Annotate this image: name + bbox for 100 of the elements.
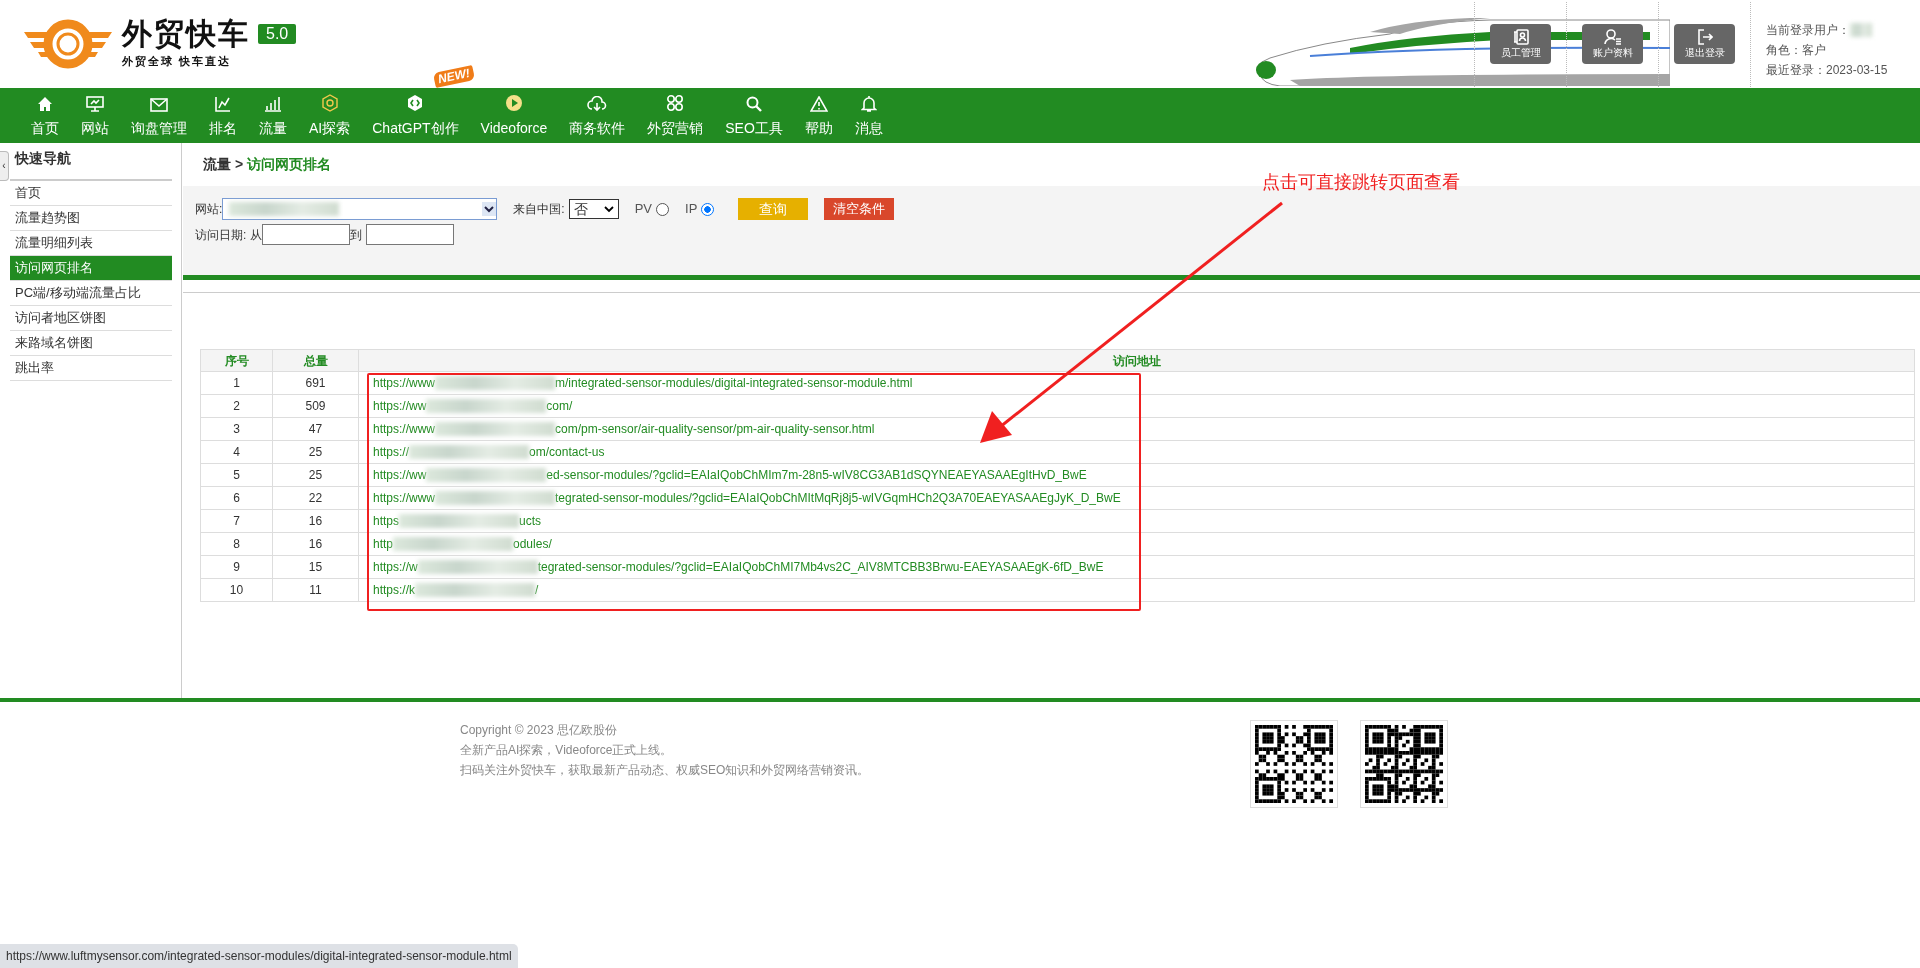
table-cell: 10 bbox=[200, 578, 273, 602]
table-cell: 509 bbox=[272, 394, 359, 418]
clear-button[interactable]: 清空条件 bbox=[824, 198, 895, 220]
column-header: 总量 bbox=[272, 349, 359, 372]
bell-icon bbox=[860, 95, 877, 112]
radio-button[interactable] bbox=[656, 202, 670, 216]
nav-item[interactable]: 排名 bbox=[198, 88, 248, 143]
sidebar-item[interactable]: 访问网页排名 bbox=[10, 256, 172, 281]
url-link[interactable]: https://ww bbox=[373, 397, 427, 415]
radio-label: IP bbox=[685, 200, 698, 219]
url-link[interactable]: odules/ bbox=[513, 535, 552, 553]
table-cell: 15 bbox=[272, 555, 359, 579]
sidebar-item[interactable]: 跳出率 bbox=[10, 356, 172, 381]
monitor-icon bbox=[86, 96, 104, 112]
nav-item[interactable]: 帮助 bbox=[793, 88, 844, 143]
annotation-text: 点击可直接跳转页面查看 bbox=[1262, 171, 1460, 194]
nav-item[interactable]: 商务软件 bbox=[558, 88, 637, 143]
site-label: 网站: bbox=[195, 201, 223, 218]
collapse-tab[interactable]: ‹ bbox=[0, 151, 9, 181]
url-link[interactable]: / bbox=[535, 581, 539, 599]
hexagon-icon bbox=[406, 94, 425, 112]
contact-card-icon bbox=[1512, 28, 1529, 45]
cloud-download-icon bbox=[587, 96, 608, 112]
radio-button[interactable] bbox=[701, 202, 715, 216]
url-link[interactable]: https://k bbox=[373, 581, 416, 599]
table-cell: 5 bbox=[200, 463, 273, 487]
table-cell: 25 bbox=[272, 440, 359, 464]
warning-icon bbox=[809, 96, 828, 112]
table-cell: 16 bbox=[272, 509, 359, 533]
sidebar-item[interactable]: 首页 bbox=[10, 181, 172, 206]
nav-item[interactable]: AI探索 bbox=[298, 88, 362, 143]
breadcrumb-separator: > bbox=[234, 156, 244, 172]
url-link[interactable]: https bbox=[373, 512, 399, 530]
url-link[interactable]: https://www bbox=[373, 489, 435, 507]
table-cell: 691 bbox=[272, 371, 359, 395]
nav-item[interactable]: 网站 bbox=[70, 88, 120, 143]
date-to-label: 到 bbox=[349, 226, 362, 244]
table-cell: 9 bbox=[200, 555, 273, 579]
status-url: https://www.luftmysensor.com/integrated-sensor-modules/digital-integrated-sensor-module.html bbox=[0, 944, 518, 968]
logout-button[interactable]: 退出登录 bbox=[1674, 24, 1735, 64]
url-link[interactable]: https://ww bbox=[373, 466, 427, 484]
url-link[interactable]: m/integrated-sensor-modules/digital-integrated-sensor-module.html bbox=[555, 374, 913, 392]
url-link[interactable]: com/pm-sensor/air-quality-sensor/pm-air-quality-sensor.html bbox=[555, 420, 875, 438]
logo-slogan: 外贸全球 快车直达 bbox=[122, 53, 233, 69]
table-cell: 2 bbox=[200, 394, 273, 418]
date-label: 访问日期: 从 bbox=[195, 226, 262, 244]
china-select[interactable]: 否 bbox=[568, 199, 619, 219]
new-badge: NEW! bbox=[432, 65, 475, 88]
url-link[interactable]: ed-sensor-modules/?gclid=EAIaIQobChMIm7m-28n5-wIV8CG3AB1dSQYNEAEYASAAEgItHvD_BwE bbox=[546, 466, 1087, 484]
footer-text: 扫码关注外贸快车，获取最新产品动态、权威SEO知识和外贸网络营销资讯。 bbox=[460, 762, 871, 779]
nav-item[interactable]: SEO工具 bbox=[714, 88, 794, 143]
search-icon bbox=[746, 96, 763, 112]
current-user-label: 当前登录用户： bbox=[1766, 21, 1850, 39]
nav-item[interactable]: 首页 bbox=[20, 88, 70, 143]
sidebar-item[interactable]: 访问者地区饼图 bbox=[10, 306, 172, 331]
url-link[interactable]: tegrated-sensor-modules/?gclid=EAIaIQobChMI7Mb4vs2C_AIV8MTCBB3Brwu-EAEYASAAEgK-6fD_BwE bbox=[537, 558, 1104, 576]
home-icon bbox=[37, 96, 53, 112]
table-cell: 22 bbox=[272, 486, 359, 510]
nav-item[interactable]: ChatGPT创作 bbox=[361, 88, 470, 143]
table-cell: 25 bbox=[272, 463, 359, 487]
sidebar-title: 快速导航 bbox=[10, 148, 172, 181]
circles-grid-icon bbox=[666, 94, 685, 112]
nav-item[interactable]: 消息 bbox=[843, 88, 894, 143]
url-link[interactable]: tegrated-sensor-modules/?gclid=EAIaIQobChMItMqRj8j5-wIVGqmHCh2Q3A70EAEYASAAEgJyK_D_BwE bbox=[555, 489, 1121, 507]
radio-label: PV bbox=[634, 200, 653, 219]
url-link[interactable]: https:// bbox=[373, 443, 410, 461]
sidebar-item[interactable]: 流量趋势图 bbox=[10, 206, 172, 231]
nav-item[interactable]: 询盘管理 bbox=[120, 88, 198, 143]
url-link[interactable]: http bbox=[373, 535, 393, 553]
redacted-username bbox=[1850, 22, 1872, 37]
date-from-field[interactable] bbox=[261, 224, 350, 245]
url-link[interactable]: ucts bbox=[519, 512, 542, 530]
table-cell: 1 bbox=[200, 371, 273, 395]
play-icon bbox=[504, 94, 523, 112]
nav-item[interactable]: 外贸营销 bbox=[636, 88, 715, 143]
sidebar-item[interactable]: PC端/移动端流量占比 bbox=[10, 281, 172, 306]
url-link[interactable]: https://www bbox=[373, 420, 435, 438]
table-cell: 4 bbox=[200, 440, 273, 464]
logout-icon bbox=[1696, 28, 1713, 45]
url-link[interactable]: https://www bbox=[373, 374, 435, 392]
staff-button[interactable]: 员工管理 bbox=[1490, 24, 1551, 64]
breadcrumb-parent[interactable]: 流量 bbox=[203, 156, 231, 172]
table-cell: 47 bbox=[272, 417, 359, 441]
bar-chart-icon bbox=[264, 96, 282, 112]
column-header: 访问地址 bbox=[358, 349, 1915, 372]
table-cell: 6 bbox=[200, 486, 273, 510]
account-button[interactable]: 账户资料 bbox=[1582, 24, 1643, 64]
table-cell: 11 bbox=[272, 578, 359, 602]
url-link[interactable]: https://w bbox=[373, 558, 418, 576]
nav-item[interactable]: Videoforce bbox=[469, 88, 559, 143]
url-link[interactable]: om/contact-us bbox=[529, 443, 605, 461]
footer-text: Copyright © 2023 思亿欧股份 bbox=[460, 722, 618, 739]
footer-text: 全新产品AI探索，Videoforce正式上线。 bbox=[460, 742, 674, 759]
nav-item[interactable]: 流量 bbox=[248, 88, 298, 143]
role-text: 角色：客户 bbox=[1766, 41, 1827, 59]
china-label: 来自中国: bbox=[513, 201, 565, 218]
sidebar-item[interactable]: 来路域名饼图 bbox=[10, 331, 172, 356]
last-login-text: 最近登录：2023-03-15 bbox=[1766, 61, 1889, 79]
date-to-field[interactable] bbox=[365, 224, 454, 245]
url-link[interactable]: com/ bbox=[546, 397, 573, 415]
